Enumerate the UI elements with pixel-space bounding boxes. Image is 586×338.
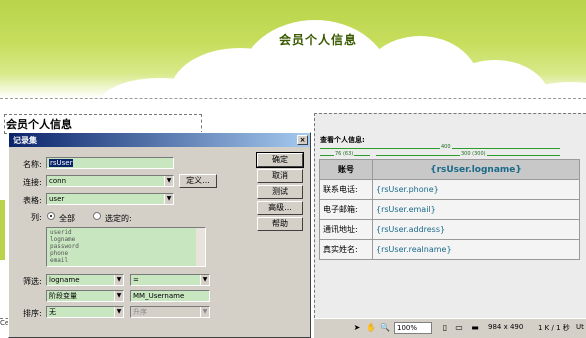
row-label-realname: 真实姓名:	[320, 240, 372, 259]
table-row: 账号 {rsUser.logname}	[320, 160, 579, 179]
radio-all-label: 全部	[59, 214, 75, 223]
chevron-down-icon[interactable]: ▼	[164, 176, 173, 186]
filter-source-value: 阶段变量	[49, 292, 77, 300]
name-value: rsUser	[49, 159, 74, 167]
filter-label: 筛选:	[23, 277, 42, 286]
radio-all[interactable]	[47, 212, 55, 220]
filter-operator-value: =	[133, 276, 139, 284]
zoom-tool-icon[interactable]: 🔍	[380, 323, 390, 333]
layout-icon[interactable]: ▭	[454, 323, 464, 333]
info-table: 账号 {rsUser.logname} 联系电话: {rsUser.phone}…	[319, 159, 580, 260]
chevron-down-icon[interactable]: ▼	[200, 307, 209, 317]
table-value: user	[49, 195, 65, 203]
table-label: 表格:	[23, 196, 42, 205]
sort-field-value: 无	[49, 308, 56, 316]
page-banner: 会员个人信息	[0, 0, 586, 98]
row-label-phone: 联系电话:	[320, 180, 372, 199]
view-title: 查看个人信息:	[320, 136, 365, 144]
row-value-address[interactable]: {rsUser.address}	[373, 220, 579, 239]
connection-value: conn	[49, 177, 67, 185]
width-label-right: 300 (300)	[460, 151, 487, 157]
table-row: 真实姓名: {rsUser.realname}	[320, 240, 579, 259]
list-item[interactable]: logname	[50, 236, 202, 243]
list-item[interactable]: userid	[50, 229, 202, 236]
chevron-down-icon[interactable]: ▼	[114, 275, 123, 285]
ok-button[interactable]: 确定	[256, 152, 304, 168]
banner-title: 会员个人信息	[278, 33, 357, 47]
row-value-email[interactable]: {rsUser.email}	[373, 200, 579, 219]
help-button[interactable]: 帮助	[257, 217, 303, 231]
table-row: 联系电话: {rsUser.phone}	[320, 180, 579, 199]
view-mode-icon[interactable]: ▯	[440, 323, 450, 333]
filter-source-select[interactable]: 阶段变量 ▼	[46, 290, 124, 302]
name-label: 名称:	[23, 160, 42, 169]
filter-operator-select[interactable]: = ▼	[130, 274, 210, 286]
filter-field-value: logname	[49, 276, 80, 284]
chevron-down-icon[interactable]: ▼	[114, 307, 123, 317]
layout-divider	[0, 98, 586, 99]
list-item[interactable]: phone	[50, 250, 202, 257]
dialog-titlebar[interactable]: 记录集	[9, 133, 310, 147]
chevron-down-icon[interactable]: ▼	[200, 275, 209, 285]
columns-label: 列:	[31, 213, 42, 222]
table-header-label: 账号	[320, 160, 372, 179]
pointer-tool-icon[interactable]: ➤	[352, 323, 362, 333]
list-item[interactable]: password	[50, 243, 202, 250]
table-row: 电子邮箱: {rsUser.email}	[320, 200, 579, 219]
radio-selected-label: 选定的:	[105, 214, 132, 223]
width-label-left: 76 (63)	[334, 151, 355, 157]
left-accent	[0, 200, 5, 260]
close-icon[interactable]: ×	[297, 135, 308, 145]
row-label-address: 通讯地址:	[320, 220, 372, 239]
download-weight: 1 K / 1 秒	[538, 324, 570, 332]
hand-tool-icon[interactable]: ✋	[366, 323, 376, 333]
window-size[interactable]: 984 x 490	[488, 323, 523, 331]
width-label-total: 400	[440, 144, 452, 150]
sort-order-select[interactable]: 升序 ▼	[130, 306, 210, 318]
chevron-down-icon[interactable]: ▼	[114, 291, 123, 301]
page-heading: 会员个人信息	[6, 118, 72, 131]
zoom-value: 100%	[397, 324, 418, 332]
row-value-phone[interactable]: {rsUser.phone}	[373, 180, 579, 199]
zoom-select[interactable]: 100%	[394, 322, 432, 334]
recordset-dialog: 记录集 × 名称: rsUser 连接: conn ▼ 定义... 表格: us…	[8, 132, 311, 338]
dialog-title: 记录集	[13, 136, 37, 145]
test-button[interactable]: 测试	[257, 185, 303, 199]
table-select[interactable]: user ▼	[46, 193, 174, 205]
row-label-email: 电子邮箱:	[320, 200, 372, 219]
connection-label: 连接:	[23, 178, 42, 187]
status-bar: ➤ ✋ 🔍 100% ▯ ▭ ▬ 984 x 490 1 K / 1 秒 Ut	[314, 318, 586, 338]
sort-order-value: 升序	[133, 308, 147, 316]
row-value-realname[interactable]: {rsUser.realname}	[373, 240, 579, 259]
sort-label: 排序:	[23, 309, 42, 318]
filter-field-select[interactable]: logname ▼	[46, 274, 124, 286]
monitor-icon[interactable]: ▬	[470, 323, 480, 333]
list-item[interactable]: email	[50, 257, 202, 264]
filter-value-field[interactable]: MM_Username	[130, 290, 210, 302]
table-row: 通讯地址: {rsUser.address}	[320, 220, 579, 239]
radio-selected[interactable]	[93, 212, 101, 220]
connection-select[interactable]: conn ▼	[46, 175, 174, 187]
encoding-label: Ut	[576, 323, 584, 331]
cancel-button[interactable]: 取消	[257, 169, 303, 183]
define-button[interactable]: 定义...	[179, 174, 217, 188]
advanced-button[interactable]: 高级...	[257, 201, 303, 215]
table-header-value[interactable]: {rsUser.logname}	[373, 160, 579, 179]
columns-scrollbar[interactable]	[196, 228, 205, 266]
columns-list[interactable]: userid logname password phone email	[46, 227, 206, 267]
sort-field-select[interactable]: 无 ▼	[46, 306, 124, 318]
name-field[interactable]: rsUser	[46, 157, 174, 169]
chevron-down-icon[interactable]: ▼	[164, 194, 173, 204]
